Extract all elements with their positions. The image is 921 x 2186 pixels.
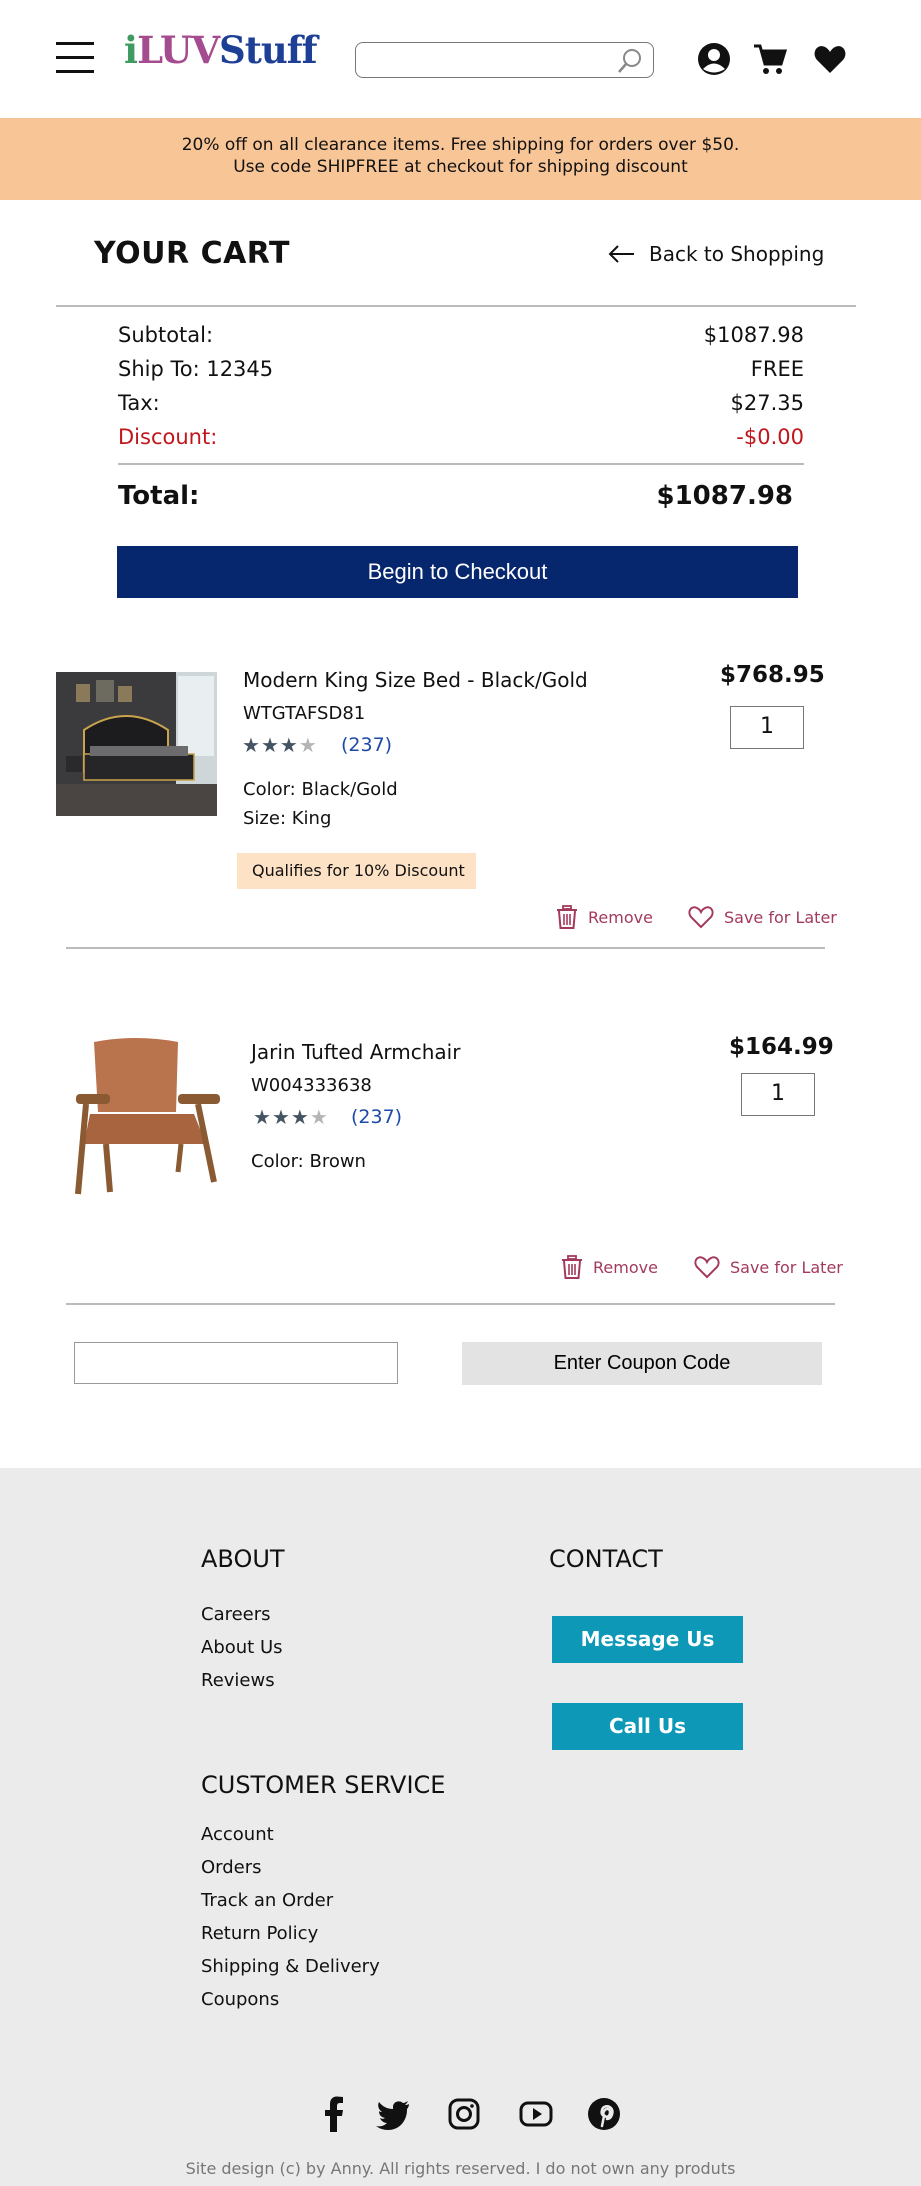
- footer-link-shipping[interactable]: Shipping & Delivery: [201, 1956, 380, 1977]
- about-heading: ABOUT: [201, 1545, 285, 1573]
- facebook-icon[interactable]: [316, 2096, 352, 2132]
- item-price: $768.95: [720, 662, 825, 688]
- footer-link-return-policy[interactable]: Return Policy: [201, 1923, 318, 1944]
- menu-icon[interactable]: [56, 40, 94, 74]
- subtotal-value: $1087.98: [703, 323, 804, 347]
- youtube-icon[interactable]: [518, 2096, 554, 2132]
- discount-label: Discount:: [118, 425, 218, 449]
- promo-line-2: Use code SHIPFREE at checkout for shippi…: [233, 157, 688, 177]
- remove-label: Remove: [588, 907, 653, 927]
- divider: [56, 305, 856, 307]
- subtotal-label: Subtotal:: [118, 323, 214, 347]
- item-color: Color: Black/Gold: [243, 779, 398, 800]
- rating-stars: ★★★★: [242, 733, 318, 757]
- pinterest-icon[interactable]: [586, 2096, 622, 2132]
- reviews-link[interactable]: (237): [341, 734, 392, 756]
- divider: [66, 1303, 835, 1305]
- heart-outline-icon: [694, 1256, 720, 1279]
- search-input[interactable]: [355, 42, 654, 78]
- remove-label: Remove: [593, 1257, 658, 1277]
- call-us-button[interactable]: Call Us: [552, 1703, 743, 1750]
- coupon-input[interactable]: [74, 1342, 398, 1384]
- copyright-text: Site design (c) by Anny. All rights rese…: [185, 2159, 736, 2178]
- footer-link-careers[interactable]: Careers: [201, 1604, 271, 1625]
- item-name[interactable]: Jarin Tufted Armchair: [251, 1040, 460, 1064]
- total-label: Total:: [118, 481, 200, 511]
- quantity-field[interactable]: 1: [730, 706, 804, 749]
- save-for-later-button[interactable]: Save for Later: [688, 905, 837, 929]
- instagram-icon[interactable]: [446, 2096, 482, 2132]
- message-us-button[interactable]: Message Us: [552, 1616, 743, 1663]
- star-icon: ★: [279, 733, 299, 757]
- rating-stars: ★★★★: [253, 1105, 329, 1129]
- save-for-later-label: Save for Later: [730, 1257, 843, 1277]
- contact-heading: CONTACT: [549, 1545, 663, 1573]
- discount-value: -$0.00: [736, 425, 804, 449]
- twitter-icon[interactable]: [375, 2096, 411, 2132]
- save-for-later-label: Save for Later: [724, 907, 837, 927]
- back-to-shopping-link[interactable]: Back to Shopping: [607, 242, 824, 266]
- footer-link-account[interactable]: Account: [201, 1824, 274, 1845]
- star-icon: ★: [309, 1105, 329, 1129]
- item-sku: W004333638: [251, 1075, 372, 1096]
- page-title: YOUR CART: [94, 236, 291, 271]
- checkout-button[interactable]: Begin to Checkout: [117, 546, 798, 598]
- remove-button[interactable]: Remove: [561, 1255, 658, 1279]
- user-icon[interactable]: [697, 42, 731, 76]
- footer-link-coupons[interactable]: Coupons: [201, 1989, 279, 2010]
- site-footer: [0, 1468, 921, 2186]
- tax-label: Tax:: [118, 391, 160, 415]
- heart-icon[interactable]: [813, 42, 847, 76]
- site-header: iLUVStuff: [0, 0, 921, 118]
- item-name[interactable]: Modern King Size Bed - Black/Gold: [243, 668, 588, 692]
- search-icon[interactable]: [617, 48, 643, 74]
- logo[interactable]: iLUVStuff: [124, 28, 318, 72]
- total-value: $1087.98: [656, 481, 793, 511]
- trash-icon: [557, 905, 577, 929]
- bed-product-image[interactable]: [56, 672, 217, 816]
- trash-icon: [562, 1255, 582, 1279]
- save-for-later-button[interactable]: Save for Later: [694, 1255, 843, 1279]
- customer-service-heading: CUSTOMER SERVICE: [201, 1771, 446, 1799]
- footer-link-track-order[interactable]: Track an Order: [201, 1890, 333, 1911]
- quantity-field[interactable]: 1: [741, 1073, 815, 1116]
- item-size: Size: King: [243, 808, 332, 829]
- discount-badge: Qualifies for 10% Discount: [237, 853, 476, 889]
- item-sku: WTGTAFSD81: [243, 703, 366, 724]
- back-to-shopping-label: Back to Shopping: [649, 242, 825, 266]
- divider: [66, 947, 825, 949]
- star-icon: ★: [290, 1105, 310, 1129]
- promo-line-1: 20% off on all clearance items. Free shi…: [181, 135, 740, 155]
- coupon-button[interactable]: Enter Coupon Code: [462, 1342, 822, 1385]
- cart-icon[interactable]: [753, 42, 787, 76]
- promo-banner: 20% off on all clearance items. Free shi…: [0, 118, 921, 200]
- shipping-value: FREE: [750, 357, 804, 381]
- star-icon: ★: [260, 733, 280, 757]
- footer-link-orders[interactable]: Orders: [201, 1857, 262, 1878]
- remove-button[interactable]: Remove: [556, 905, 653, 929]
- star-icon: ★: [253, 1105, 272, 1129]
- item-color: Color: Brown: [251, 1151, 366, 1172]
- heart-outline-icon: [688, 906, 714, 929]
- footer-link-reviews[interactable]: Reviews: [201, 1670, 275, 1691]
- star-icon: ★: [271, 1105, 291, 1129]
- armchair-product-image[interactable]: [66, 1032, 226, 1197]
- star-icon: ★: [242, 733, 261, 757]
- divider: [118, 463, 804, 465]
- tax-value: $27.35: [730, 391, 804, 415]
- footer-link-about-us[interactable]: About Us: [201, 1637, 283, 1658]
- item-price: $164.99: [729, 1034, 834, 1060]
- arrow-left-icon: [608, 245, 634, 263]
- ship-to-label[interactable]: Ship To: 12345: [118, 357, 273, 381]
- reviews-link[interactable]: (237): [351, 1106, 402, 1128]
- star-icon: ★: [298, 733, 318, 757]
